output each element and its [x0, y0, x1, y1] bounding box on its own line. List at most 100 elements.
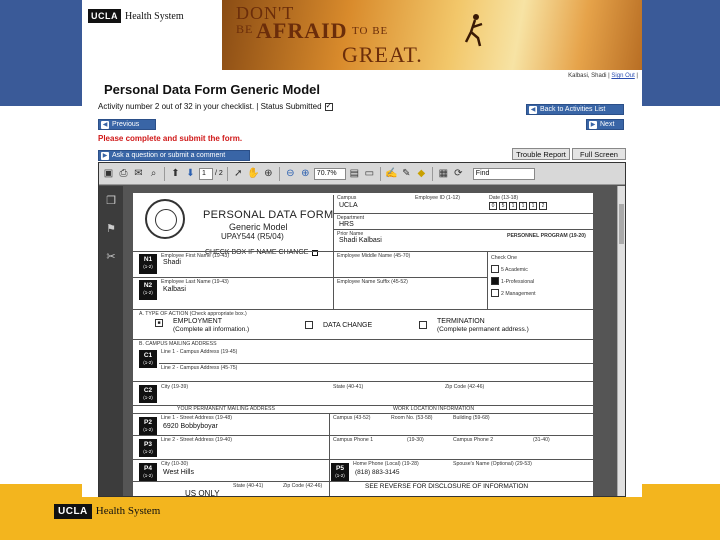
- campus-state-label: State (40-41): [333, 384, 364, 390]
- banner-logo-health-system: Health System: [125, 10, 184, 22]
- arrow-right-icon: ▶: [101, 151, 109, 160]
- tag-range: (1-2): [143, 290, 153, 295]
- program-checkbox-academic[interactable]: [491, 265, 499, 273]
- page-up-icon[interactable]: ⬆: [169, 167, 182, 180]
- trouble-report-button[interactable]: Trouble Report: [512, 148, 570, 160]
- page-down-icon[interactable]: ⬇: [184, 167, 197, 180]
- portal-screenshot: UCLA Health System DON'T BE AFRAID TO BE…: [82, 0, 642, 497]
- rotate-icon[interactable]: ⟳: [452, 167, 465, 180]
- highlight-icon[interactable]: ◆: [415, 167, 428, 180]
- data-change-checkbox[interactable]: [305, 321, 313, 329]
- find-input[interactable]: Find: [472, 167, 535, 180]
- employment-checkbox[interactable]: ■: [155, 319, 163, 327]
- zoom-tool-icon[interactable]: ⊕: [262, 167, 275, 180]
- work-location-header: WORK LOCATION INFORMATION: [393, 406, 475, 412]
- attachments-panel-icon[interactable]: ✂: [104, 250, 118, 264]
- slide-bar-left: [0, 0, 82, 106]
- date-digit-box[interactable]: 1: [529, 202, 537, 210]
- select-tool-icon[interactable]: ➚: [232, 167, 245, 180]
- slogan-great: GREAT.: [342, 42, 423, 67]
- fit-width-icon[interactable]: ▭: [363, 167, 376, 180]
- search-icon[interactable]: ⌕: [147, 167, 160, 180]
- program-option-management: 2 Management: [501, 291, 536, 297]
- tag-code: N2: [143, 282, 153, 289]
- hand-tool-icon[interactable]: ✋: [247, 167, 260, 180]
- zip2-label: Zip Code (42-46): [283, 483, 323, 489]
- date-digit-box[interactable]: 1: [509, 202, 517, 210]
- next-button[interactable]: ▶ Next: [586, 119, 624, 130]
- pdf-page: PERSONAL DATA FORM Generic Model UPAY544…: [133, 193, 593, 496]
- employee-id-label: Employee ID (1-12): [415, 195, 460, 201]
- slogan-be: BE: [236, 22, 254, 36]
- tag-code: P3: [144, 441, 152, 448]
- save-icon[interactable]: ▣: [102, 167, 115, 180]
- error-message: Please complete and submit the form.: [98, 134, 243, 143]
- tag-code: C2: [143, 387, 153, 394]
- date-digit-box[interactable]: 0: [489, 202, 497, 210]
- street1-label: Line 1 - Street Address (19-48): [161, 415, 232, 421]
- street1-value: 6920 Bobbyboyar: [163, 423, 218, 430]
- date-digit-box[interactable]: 5: [499, 202, 507, 210]
- layout-icon[interactable]: ▦: [437, 167, 450, 180]
- zoom-level-select[interactable]: 70.7%: [313, 167, 346, 180]
- print-icon[interactable]: ⎙: [117, 167, 130, 180]
- full-screen-button[interactable]: Full Screen: [572, 148, 626, 160]
- tag-code: P5: [336, 465, 344, 472]
- zoom-in-icon[interactable]: ⊕: [299, 167, 312, 180]
- pdf-scrollbar[interactable]: [617, 186, 625, 496]
- fit-page-icon[interactable]: ▤: [348, 167, 361, 180]
- email-icon[interactable]: ✉: [132, 167, 145, 180]
- page-number-input[interactable]: 1: [199, 167, 213, 180]
- form-title: PERSONAL DATA FORM: [203, 209, 334, 221]
- personnel-program-label: PERSONNEL PROGRAM (19-20): [507, 233, 586, 239]
- form-line: [133, 277, 487, 278]
- prior-name-value: Shadi Kalbasi: [339, 237, 382, 244]
- program-checkbox-management[interactable]: [491, 289, 499, 297]
- permanent-address-header: YOUR PERMANENT MAILING ADDRESS: [177, 406, 275, 412]
- form-line: [329, 413, 330, 496]
- form-subtitle: Generic Model: [229, 222, 288, 232]
- sign-icon[interactable]: ✍: [385, 167, 398, 180]
- pages-panel-icon[interactable]: ❐: [104, 194, 118, 208]
- back-to-activities-button[interactable]: ◀ Back to Activities List: [526, 104, 624, 115]
- date-digit-box[interactable]: 1: [519, 202, 527, 210]
- tag-range: (1-2): [143, 395, 153, 400]
- bookmarks-panel-icon[interactable]: ⚑: [104, 222, 118, 236]
- pdf-scrollbar-thumb[interactable]: [619, 204, 624, 244]
- last-name-label: Employee Last Name (19-43): [161, 279, 229, 285]
- work-campus-label: Campus (43-52): [333, 415, 371, 421]
- city2-label: City (10-30): [161, 461, 189, 467]
- pencil-icon[interactable]: ✎: [400, 167, 413, 180]
- sign-out-link[interactable]: Sign Out: [611, 73, 634, 79]
- program-option-professional: 1-Professional: [501, 279, 535, 285]
- campus-phone1-range: (19-30): [407, 437, 424, 443]
- section-a-title: A. TYPE OF ACTION (Check appropriate box…: [139, 311, 247, 317]
- building-label: Building (59-68): [453, 415, 490, 421]
- toolbar-separator: [164, 166, 165, 181]
- termination-checkbox[interactable]: [419, 321, 427, 329]
- campus-line2-label: Line 2 - Campus Address (45-75): [161, 365, 238, 371]
- status-text: Activity number 2 out of 32 in your chec…: [98, 102, 322, 111]
- campus-phone2-range: (31-40): [533, 437, 550, 443]
- form-line: [133, 459, 593, 460]
- form-line: [333, 195, 334, 251]
- university-seal: [145, 199, 185, 239]
- date-digit-box[interactable]: 2: [539, 202, 547, 210]
- next-label: Next: [600, 121, 615, 128]
- page-title: Personal Data Form Generic Model: [104, 82, 321, 97]
- banner-logo[interactable]: UCLA Health System: [88, 9, 184, 23]
- pdf-viewer: ▣ ⎙ ✉ ⌕ ⬆ ⬇ 1 / 2 ➚ ✋ ⊕ ⊖ ⊕ 70.7% ▤ ▭ ✍ …: [98, 162, 626, 497]
- tag-range: (1-2): [335, 473, 345, 478]
- see-reverse-note: SEE REVERSE FOR DISCLOSURE OF INFORMATIO…: [365, 483, 529, 490]
- previous-button[interactable]: ◀ Previous: [98, 119, 156, 130]
- zoom-out-icon[interactable]: ⊖: [284, 167, 297, 180]
- tag-range: (1-2): [143, 449, 153, 454]
- ask-question-button[interactable]: ▶ Ask a question or submit a comment: [98, 150, 250, 161]
- employment-note: (Complete all information.): [173, 326, 250, 333]
- tag-code: P2: [144, 419, 152, 426]
- program-checkbox-professional[interactable]: [491, 277, 499, 285]
- campus-value: UCLA: [339, 202, 358, 209]
- form-line: [133, 435, 593, 436]
- footer-logo: UCLA Health System: [54, 503, 160, 519]
- tag-c1: C1 (1-2): [139, 350, 157, 368]
